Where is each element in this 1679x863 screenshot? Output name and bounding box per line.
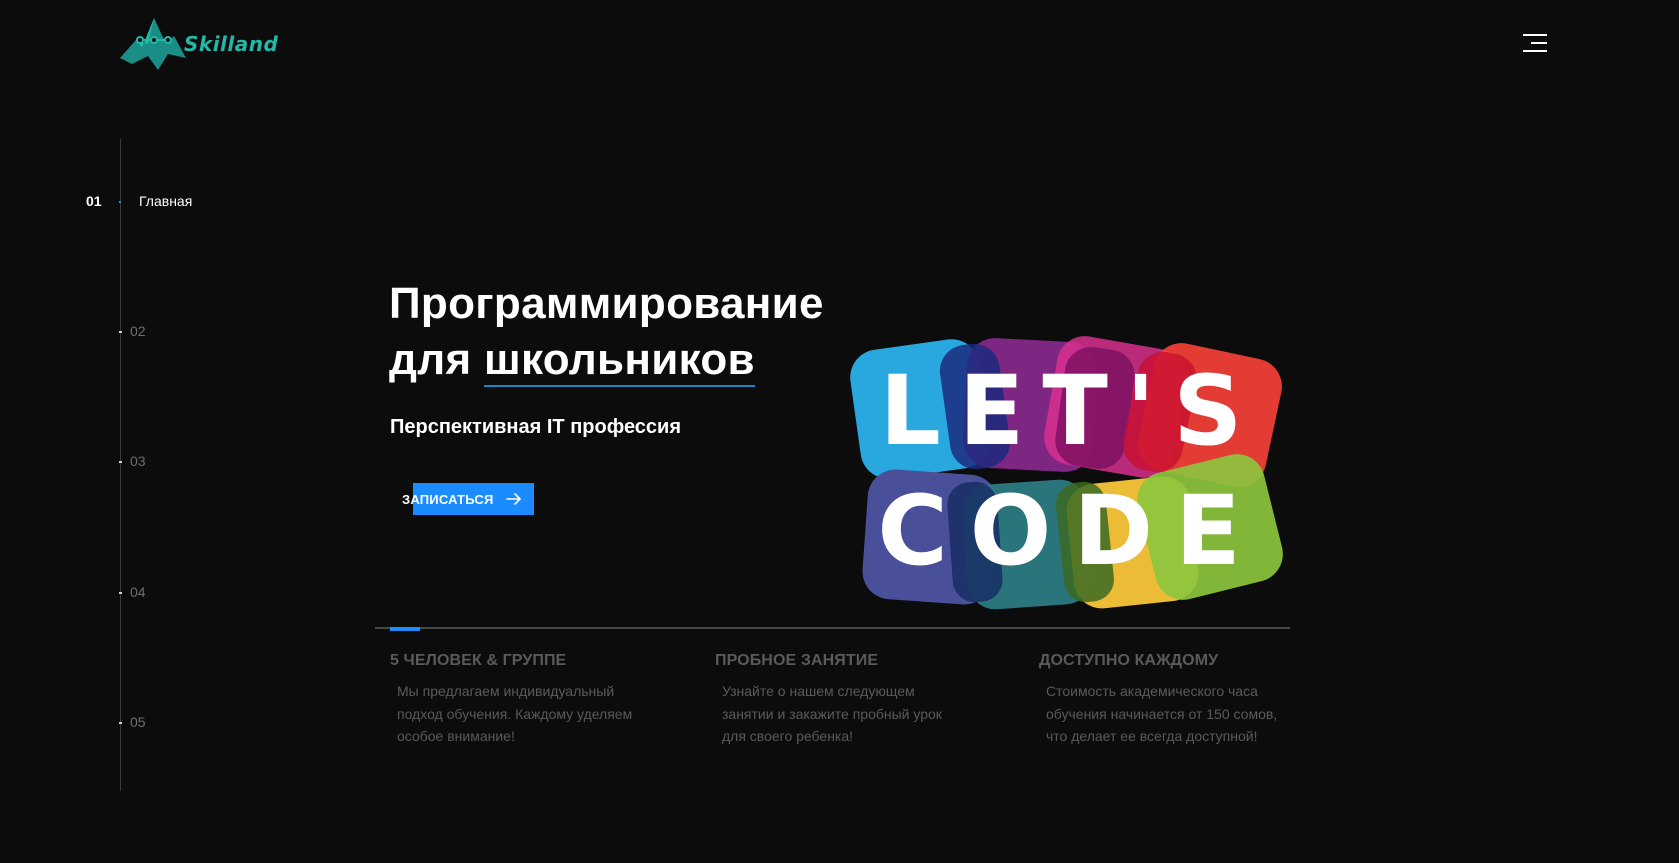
lets-code-graphic: LET'S CODE <box>850 336 1283 610</box>
feature-affordable: ДОСТУПНО КАЖДОМУ Стоимость академическог… <box>1039 652 1339 748</box>
side-nav-item-03[interactable]: 03 <box>0 450 260 474</box>
side-nav-dot <box>119 331 122 333</box>
side-nav-number: 03 <box>130 453 146 469</box>
graphic-text-line2: CODE <box>877 475 1262 587</box>
side-nav-item-05[interactable]: 05 <box>0 711 260 735</box>
slider-progress-fill <box>390 627 420 631</box>
feature-title: ПРОБНОЕ ЗАНЯТИЕ <box>715 652 879 669</box>
arrow-right-icon <box>506 493 521 505</box>
signup-button-label: ЗАПИСАТЬСЯ <box>402 492 494 507</box>
logo-text: Skilland <box>184 32 279 56</box>
menu-line <box>1523 34 1547 36</box>
feature-text: Узнайте о нашем следующем занятии и зака… <box>722 683 942 744</box>
side-nav-dot <box>119 201 121 203</box>
hero-title-line1: Программирование <box>389 279 824 328</box>
feature-title: 5 ЧЕЛОВЕК & ГРУППЕ <box>390 652 567 669</box>
side-nav-dot <box>119 592 122 594</box>
hamburger-menu-icon[interactable] <box>1523 34 1547 54</box>
side-nav-item-04[interactable]: 04 <box>0 581 260 605</box>
side-nav-dot <box>119 722 122 724</box>
menu-line <box>1531 42 1547 44</box>
hero-title-highlight: школьников <box>483 335 755 387</box>
feature-text: Мы предлагаем индивидуальный подход обуч… <box>397 683 633 744</box>
side-nav-number: 01 <box>86 193 102 209</box>
feature-title: ДОСТУПНО КАЖДОМУ <box>1039 652 1219 669</box>
slider-progress-track <box>375 627 1290 631</box>
side-nav-number: 05 <box>130 714 146 730</box>
side-nav-number: 04 <box>130 584 146 600</box>
site-logo[interactable]: Skilland <box>118 14 278 72</box>
side-nav-item-01[interactable]: 01 Главная <box>0 190 260 214</box>
hero-subtitle: Перспективная IT профессия <box>390 416 682 438</box>
hero-title: Программирование для школьников <box>389 276 824 388</box>
signup-button[interactable]: ЗАПИСАТЬСЯ <box>402 483 534 515</box>
graphic-text-line1: LET'S <box>880 355 1261 467</box>
mountain-logo-icon <box>120 18 186 70</box>
side-nav-label: Главная <box>139 193 193 209</box>
side-nav-dot <box>119 461 122 463</box>
menu-line <box>1523 50 1547 52</box>
hero-title-prefix: для <box>389 335 484 384</box>
feature-group-size: 5 ЧЕЛОВЕК & ГРУППЕ Мы предлагаем индивид… <box>390 652 690 748</box>
side-nav-number: 02 <box>130 323 146 339</box>
side-nav-item-02[interactable]: 02 <box>0 320 260 344</box>
feature-text: Стоимость академического часа обучения н… <box>1046 683 1278 744</box>
feature-trial-lesson: ПРОБНОЕ ЗАНЯТИЕ Узнайте о нашем следующе… <box>715 652 1015 748</box>
